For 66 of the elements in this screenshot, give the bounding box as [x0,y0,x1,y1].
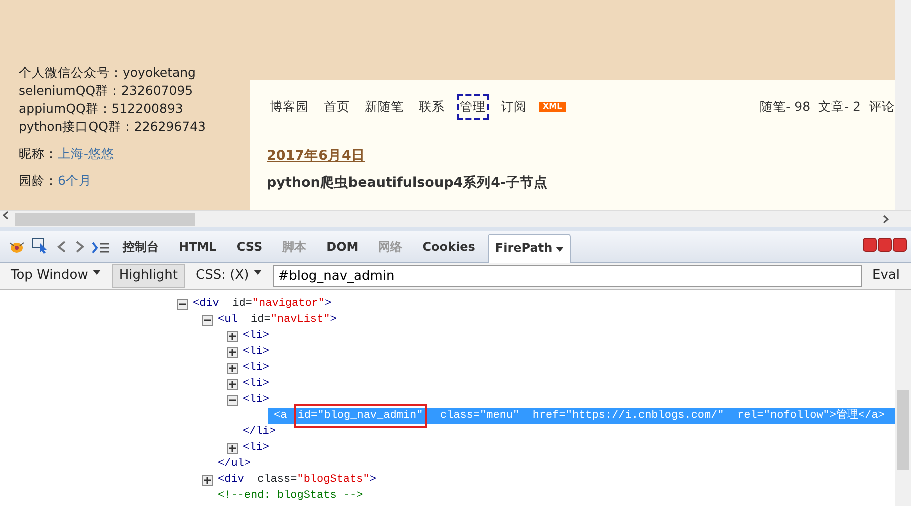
markup-line[interactable]: <div class="blogStats"> [218,472,376,488]
profile-label: 园龄： [19,172,58,190]
code-comment: <!--end: blogStats --> [218,489,364,504]
bug-icon[interactable] [8,240,26,254]
panel-tab[interactable]: Cookies [416,233,482,262]
profile-label: 昵称： [19,145,58,163]
caret-icon[interactable] [254,270,262,274]
profile-link[interactable]: 上海-悠悠 [58,145,115,163]
nav-link[interactable]: 联系 [416,94,448,120]
post-date[interactable]: 2017年6月4日 [267,146,366,166]
blog-stat: 随笔- 98 [760,98,811,116]
collapse-icon[interactable] [202,314,213,326]
collapse-icon[interactable] [227,394,238,406]
markup-line[interactable]: <li> [243,392,270,408]
selector-mode-dropdown[interactable]: CSS: (X) [189,264,270,288]
panel-tab[interactable]: FirePath [488,234,571,263]
panel-tab[interactable]: HTML [172,233,224,262]
expand-icon[interactable] [227,442,238,454]
back-icon[interactable] [56,240,68,254]
markup-text: class="menu" href="https://i.cnblogs.com/" rel="nofollow">管理</a> [439,408,885,424]
markup-line[interactable]: <li> [243,440,270,456]
markup-line[interactable]: <ul id="navList"> [218,312,337,328]
nav-link[interactable]: 管理 [457,94,489,120]
sidebar-text: python接口QQ群：226296743 [19,118,207,136]
markup-line[interactable]: </ul> [218,456,252,472]
panel-tab[interactable]: 控制台 [116,233,166,262]
expand-icon[interactable] [227,362,238,374]
sidebar-text: appiumQQ群：512200893 [19,100,184,118]
vertical-scrollbar[interactable] [895,0,911,210]
nav-link[interactable]: 博客园 [267,94,312,120]
sidebar-text: seleniumQQ群：232607095 [19,82,194,100]
panel-tab[interactable]: DOM [320,233,366,262]
markup-line[interactable]: <li> [243,360,270,376]
markup-line[interactable]: <li> [243,328,270,344]
markup-line[interactable]: <div id="navigator"> [193,296,332,312]
blog-stat: 文章- 2 [818,98,861,116]
markup-text: <a [274,409,288,424]
post-title[interactable]: python爬虫beautifulsoup4系列4-子节点 [267,172,895,193]
scroll-right-icon[interactable] [882,214,888,224]
command-line-icon[interactable] [92,242,110,254]
nav-link[interactable]: 新随笔 [362,94,407,120]
caret-icon[interactable] [556,247,564,252]
forward-icon[interactable] [74,240,86,254]
eval-button[interactable]: Eval [866,264,907,288]
nav-link[interactable]: 首页 [321,94,353,120]
scroll-left-icon[interactable] [3,210,9,220]
vertical-scrollbar[interactable] [895,290,911,506]
query-field[interactable]: #blog_nav_admin [273,265,862,287]
highlight-button[interactable]: Highlight [112,264,186,288]
blog-stat: 评论 [869,98,895,116]
inspect-pointer-icon[interactable] [32,238,50,254]
caret-icon[interactable] [93,270,102,274]
panel-tab[interactable]: CSS [230,233,270,262]
expand-icon[interactable] [227,378,238,390]
nav-link[interactable]: 订阅 [498,94,530,120]
scrollbar-thumb[interactable] [15,212,195,226]
profile-link[interactable]: 6个月 [58,172,92,190]
collapse-icon[interactable] [177,298,188,310]
expand-icon[interactable] [202,474,213,486]
expand-icon[interactable] [227,346,238,358]
expand-icon[interactable] [227,330,238,342]
markup-line[interactable]: <li> [243,376,270,392]
annotated-markup-text: id="blog_nav_admin" [294,404,428,428]
markup-line[interactable]: <li> [243,344,270,360]
sidebar-text: 个人微信公众号：yoyoketang [19,64,197,82]
context-dropdown[interactable]: Top Window [4,264,108,288]
